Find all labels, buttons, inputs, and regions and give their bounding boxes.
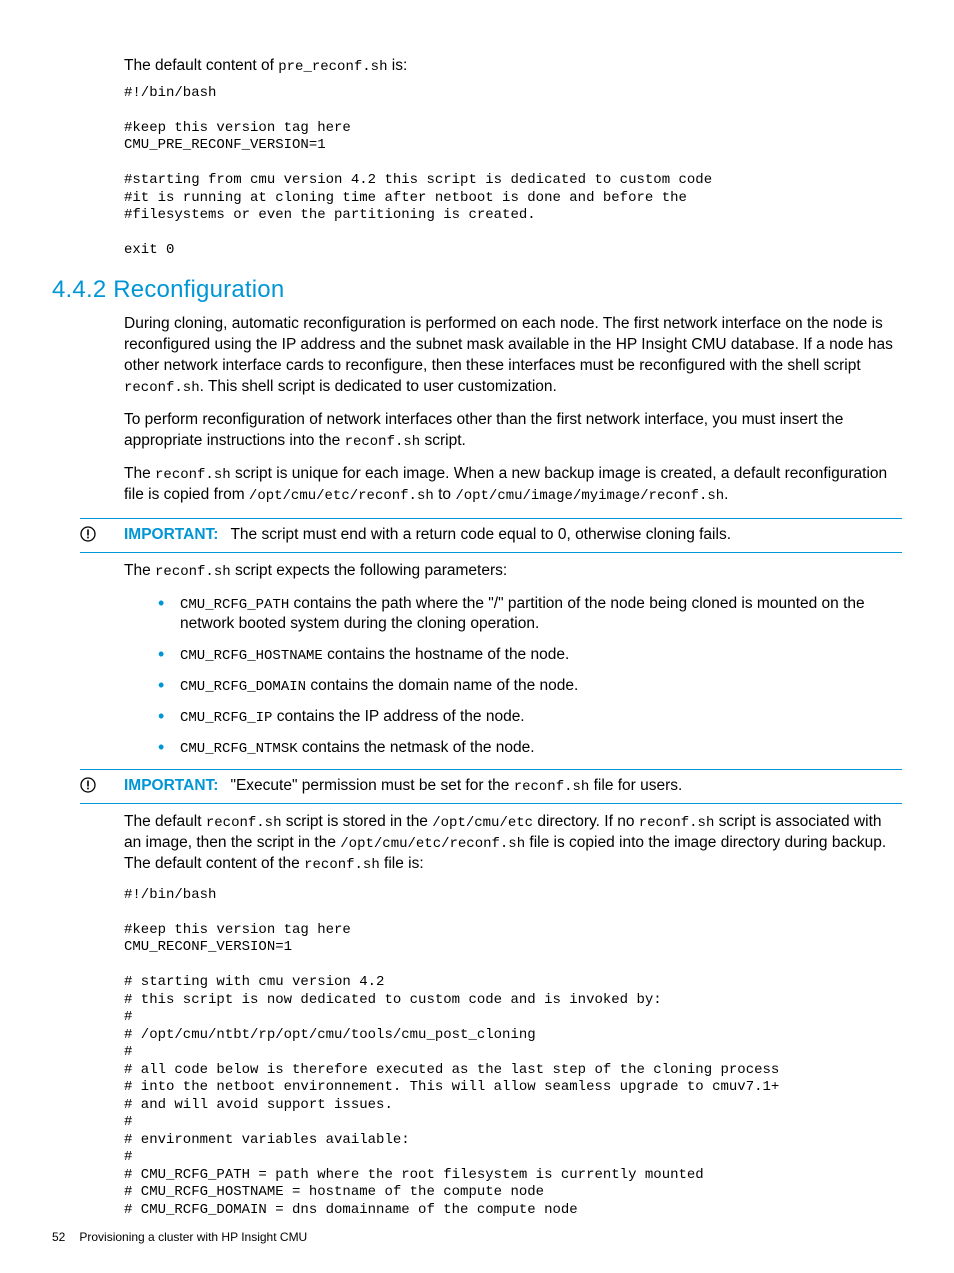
paragraph-1: During cloning, automatic reconfiguratio… bbox=[124, 314, 902, 398]
paragraph-5: The default reconf.sh script is stored i… bbox=[124, 812, 902, 875]
list-item: CMU_RCFG_IP contains the IP address of t… bbox=[158, 707, 902, 728]
important-note-2: IMPORTANT:"Execute" permission must be s… bbox=[80, 769, 902, 804]
footer-title: Provisioning a cluster with HP Insight C… bbox=[79, 1230, 307, 1244]
code-block-1: #!/bin/bash #keep this version tag here … bbox=[124, 85, 902, 260]
intro-post: is: bbox=[387, 57, 407, 74]
page-number: 52 bbox=[52, 1230, 65, 1244]
page-footer: 52 Provisioning a cluster with HP Insight… bbox=[52, 1229, 307, 1245]
list-item: CMU_RCFG_DOMAIN contains the domain name… bbox=[158, 676, 902, 697]
important-label: IMPORTANT: bbox=[124, 777, 218, 794]
list-item: CMU_RCFG_HOSTNAME contains the hostname … bbox=[158, 645, 902, 666]
section-number: 4.4.2 bbox=[52, 276, 106, 303]
paragraph-3: The reconf.sh script is unique for each … bbox=[124, 464, 902, 506]
list-item: CMU_RCFG_PATH contains the path where th… bbox=[158, 594, 902, 636]
intro-file: pre_reconf.sh bbox=[278, 59, 387, 75]
paragraph-4: The reconf.sh script expects the followi… bbox=[124, 561, 902, 582]
list-item: CMU_RCFG_NTMSK contains the netmask of t… bbox=[158, 738, 902, 759]
intro-pre: The default content of bbox=[124, 57, 278, 74]
paragraph-2: To perform reconfiguration of network in… bbox=[124, 410, 902, 452]
intro-line: The default content of pre_reconf.sh is: bbox=[124, 56, 902, 77]
important-note-1: IMPORTANT: The script must end with a ret… bbox=[80, 518, 902, 553]
param-list: CMU_RCFG_PATH contains the path where th… bbox=[124, 594, 902, 760]
important-icon bbox=[80, 776, 124, 793]
code-block-2: #!/bin/bash #keep this version tag here … bbox=[124, 887, 902, 1220]
section-title: Reconfiguration bbox=[113, 276, 284, 303]
important-icon bbox=[80, 525, 124, 542]
important-text-1: The script must end with a return code e… bbox=[230, 526, 731, 543]
section-heading: 4.4.2 Reconfiguration bbox=[52, 274, 902, 306]
important-label: IMPORTANT: bbox=[124, 526, 218, 543]
